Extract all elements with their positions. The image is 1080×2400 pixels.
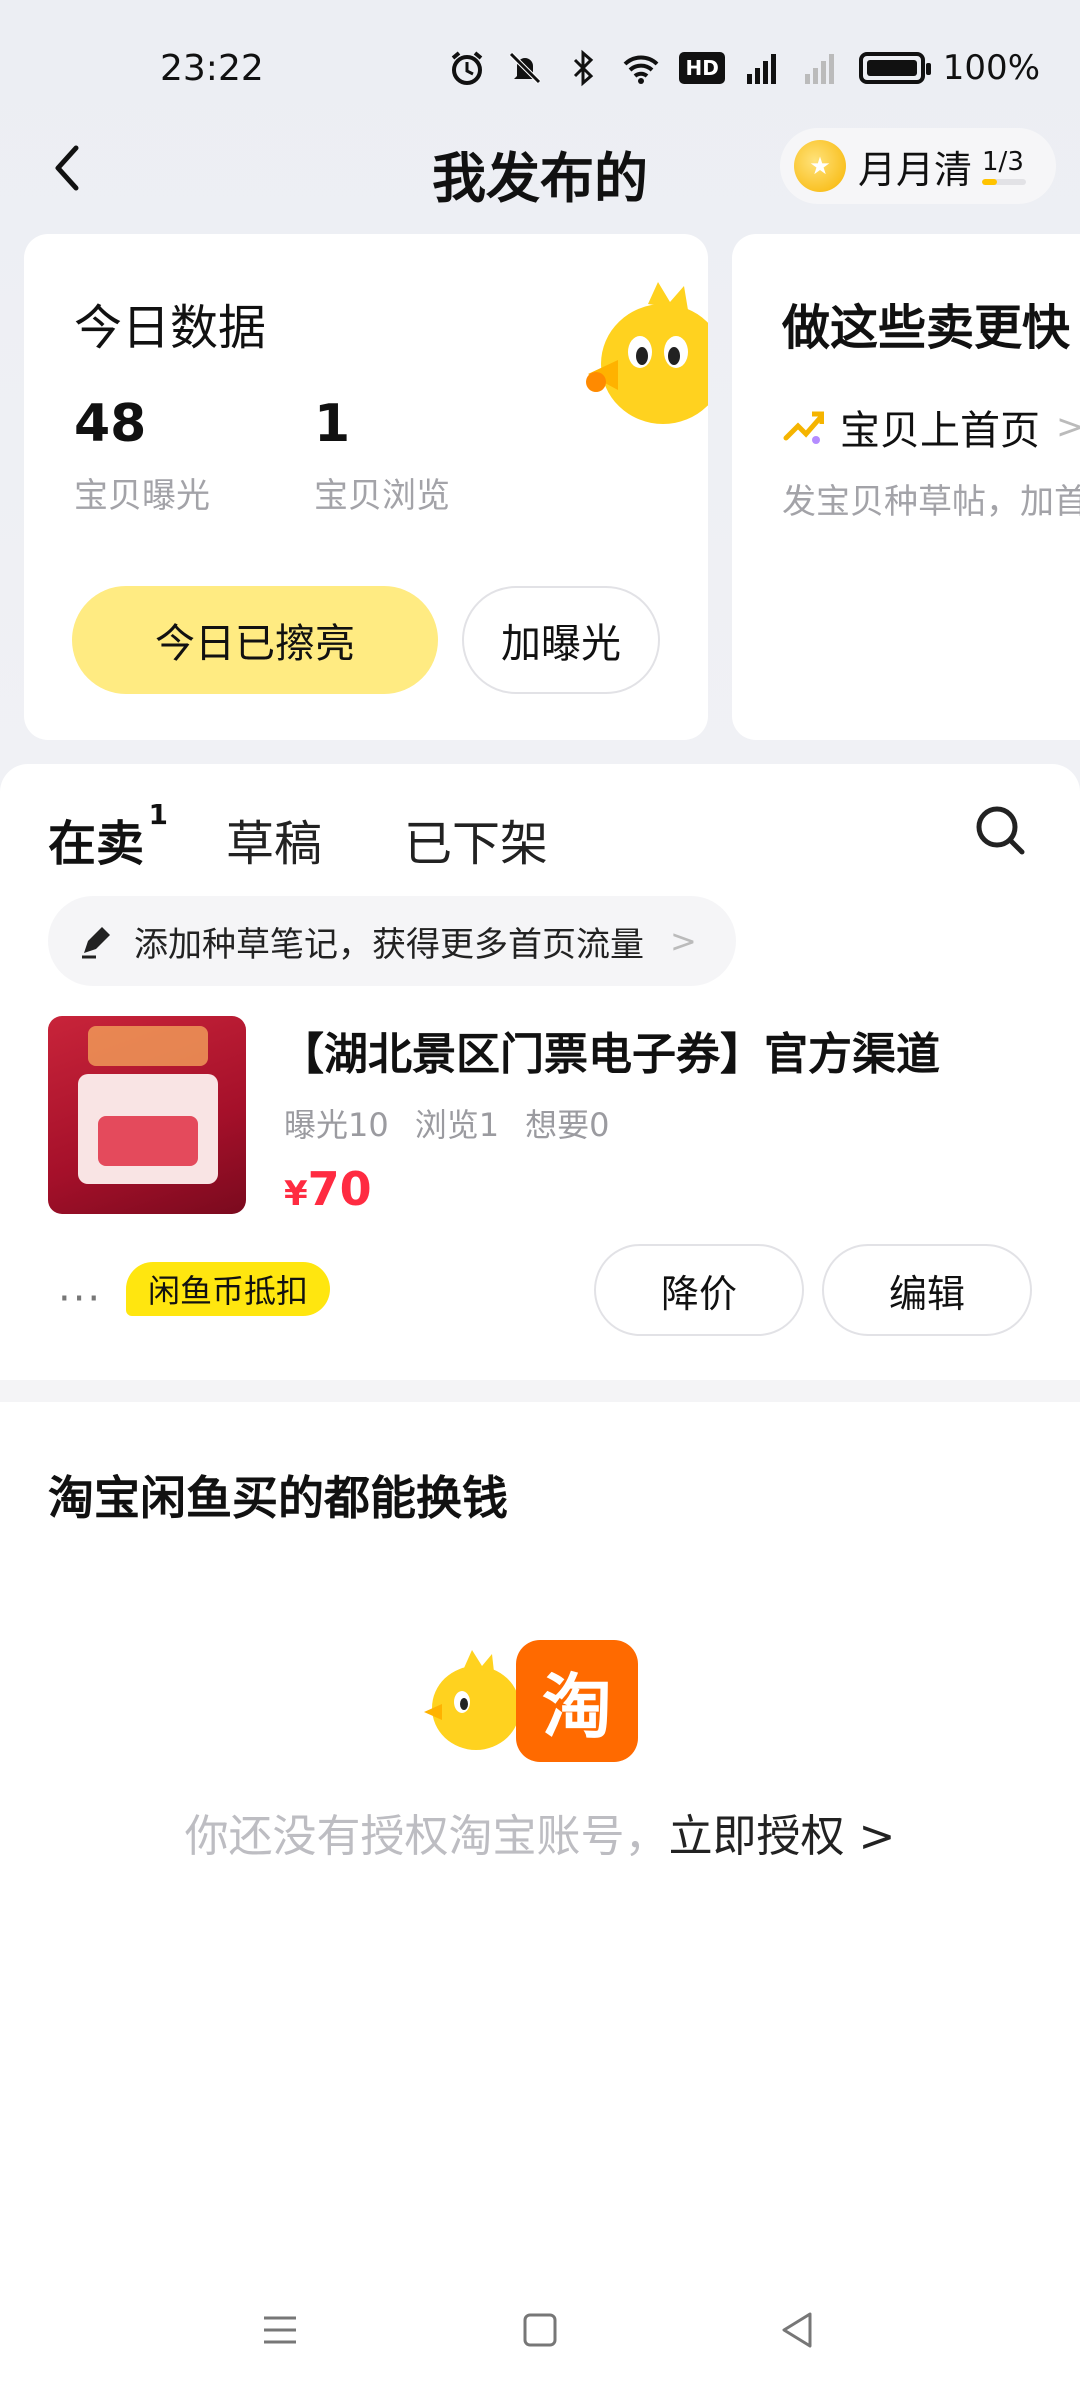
product-stats: 曝光10 浏览1 想要0 [284, 1100, 609, 1146]
auth-prompt: 你还没有授权淘宝账号，立即授权 > [0, 1800, 1080, 1864]
monthly-progress-text: 1/3 [982, 147, 1024, 177]
taobao-logo-group: 淘 [418, 1640, 638, 1770]
search-icon[interactable] [970, 800, 1030, 860]
more-options-icon[interactable]: ··· [58, 1276, 102, 1322]
note-banner-text: 添加种草笔记，获得更多首页流量 [134, 924, 644, 965]
taobao-logo: 淘 [516, 1640, 638, 1762]
chevron-right-icon: > [1056, 407, 1080, 447]
edit-button[interactable]: 编辑 [822, 1244, 1032, 1336]
stat-views-label: 宝贝浏览 [314, 476, 450, 516]
square-icon[interactable] [510, 2300, 570, 2360]
product-thumbnail[interactable] [48, 1016, 246, 1214]
status-icons: HD 100% [447, 48, 1040, 88]
stat-exposure-value: 48 [74, 394, 147, 454]
fish-mascot-icon [586, 282, 708, 424]
tips-subtitle: 发宝贝种草帖，加首 [782, 482, 1080, 522]
tips-item-homepage[interactable]: 宝贝上首页 > [782, 398, 1080, 456]
today-data-card: 今日数据 48 宝贝曝光 1 宝贝浏览 今日已擦亮 加曝光 [24, 234, 708, 740]
triangle-back-icon[interactable] [768, 2300, 828, 2360]
chevron-right-icon: > [670, 922, 697, 960]
chevron-right-icon: > [844, 1811, 896, 1862]
sell-faster-title: 做这些卖更快 [782, 300, 1071, 356]
product-stat-wants: 想要0 [525, 1106, 610, 1144]
sell-faster-card[interactable]: 做这些卖更快 宝贝上首页 > 发宝贝种草帖，加首 [732, 234, 1080, 740]
coin-bag-icon: ★ [794, 140, 846, 192]
hd-badge: HD [679, 52, 725, 84]
polished-button[interactable]: 今日已擦亮 [72, 586, 438, 694]
system-nav-bar [0, 2270, 1080, 2400]
stat-views-value: 1 [314, 394, 351, 454]
monthly-label: 月月清 [858, 147, 973, 192]
tab-drafts-label: 草稿 [226, 816, 323, 872]
thumb-decor [98, 1116, 198, 1166]
wifi-icon [624, 55, 659, 84]
auth-text: 你还没有授权淘宝账号， [184, 1811, 669, 1862]
product-stat-exposure: 曝光10 [284, 1106, 389, 1144]
product-price: ¥70 [284, 1162, 372, 1216]
fish-mascot-icon [424, 1650, 520, 1750]
coin-deduct-badge: 闲鱼币抵扣 [126, 1262, 331, 1316]
signal-empty-icon [804, 54, 834, 84]
price-symbol: ¥ [284, 1174, 308, 1214]
boost-exposure-button[interactable]: 加曝光 [462, 586, 660, 694]
section-divider [0, 1380, 1080, 1402]
alarm-icon [452, 51, 483, 85]
product-title[interactable]: 【湖北景区门票电子券】官方渠道 [280, 1018, 940, 1082]
pen-icon [82, 927, 110, 959]
reduce-price-button[interactable]: 降价 [594, 1244, 804, 1336]
signal-5g-icon [746, 54, 776, 84]
stat-exposure[interactable]: 48 宝贝曝光 [74, 394, 210, 517]
menu-icon[interactable] [250, 2300, 310, 2360]
mute-icon [509, 52, 542, 84]
price-value: 70 [307, 1162, 372, 1216]
tab-removed-label: 已下架 [404, 816, 549, 872]
tab-on-sale[interactable]: 在卖 1 [46, 798, 168, 874]
today-data-title: 今日数据 [74, 300, 267, 356]
listing-tabs: 在卖 1 草稿 已下架 [46, 798, 548, 874]
tab-on-sale-count: 1 [148, 798, 169, 831]
battery-percent: 100% [942, 48, 1040, 88]
battery-icon [858, 52, 931, 84]
tips-item-label: 宝贝上首页 [840, 408, 1040, 454]
bluetooth-icon [574, 49, 594, 87]
stat-exposure-label: 宝贝曝光 [74, 476, 210, 516]
monthly-progress-fill [982, 179, 997, 185]
taobao-section-title: 淘宝闲鱼买的都能换钱 [48, 1471, 508, 1525]
trend-up-icon [783, 411, 824, 444]
product-stat-views: 浏览1 [414, 1106, 500, 1144]
thumb-decor [88, 1026, 208, 1066]
stat-views[interactable]: 1 宝贝浏览 [314, 394, 450, 517]
tab-drafts[interactable]: 草稿 [226, 804, 322, 874]
listing-panel: 在卖 1 草稿 已下架 添加种草笔记，获得更多首页流量 > 【湖北景区门票电子券… [0, 764, 1080, 1384]
note-banner[interactable]: 添加种草笔记，获得更多首页流量 > [48, 896, 736, 986]
status-bar: 23:22 HD 100% [0, 0, 1080, 140]
monthly-progress: 1/3 [982, 147, 1027, 185]
tab-on-sale-label: 在卖 [48, 816, 145, 872]
monthly-clear-pill[interactable]: ★ 月月清 1/3 [780, 128, 1056, 204]
monthly-progress-bar [982, 179, 1027, 185]
tab-removed[interactable]: 已下架 [404, 804, 548, 874]
status-time: 23:22 [160, 48, 264, 89]
authorize-link[interactable]: 立即授权 [669, 1811, 845, 1862]
header: 我发布的 ★ 月月清 1/3 [0, 120, 1080, 220]
